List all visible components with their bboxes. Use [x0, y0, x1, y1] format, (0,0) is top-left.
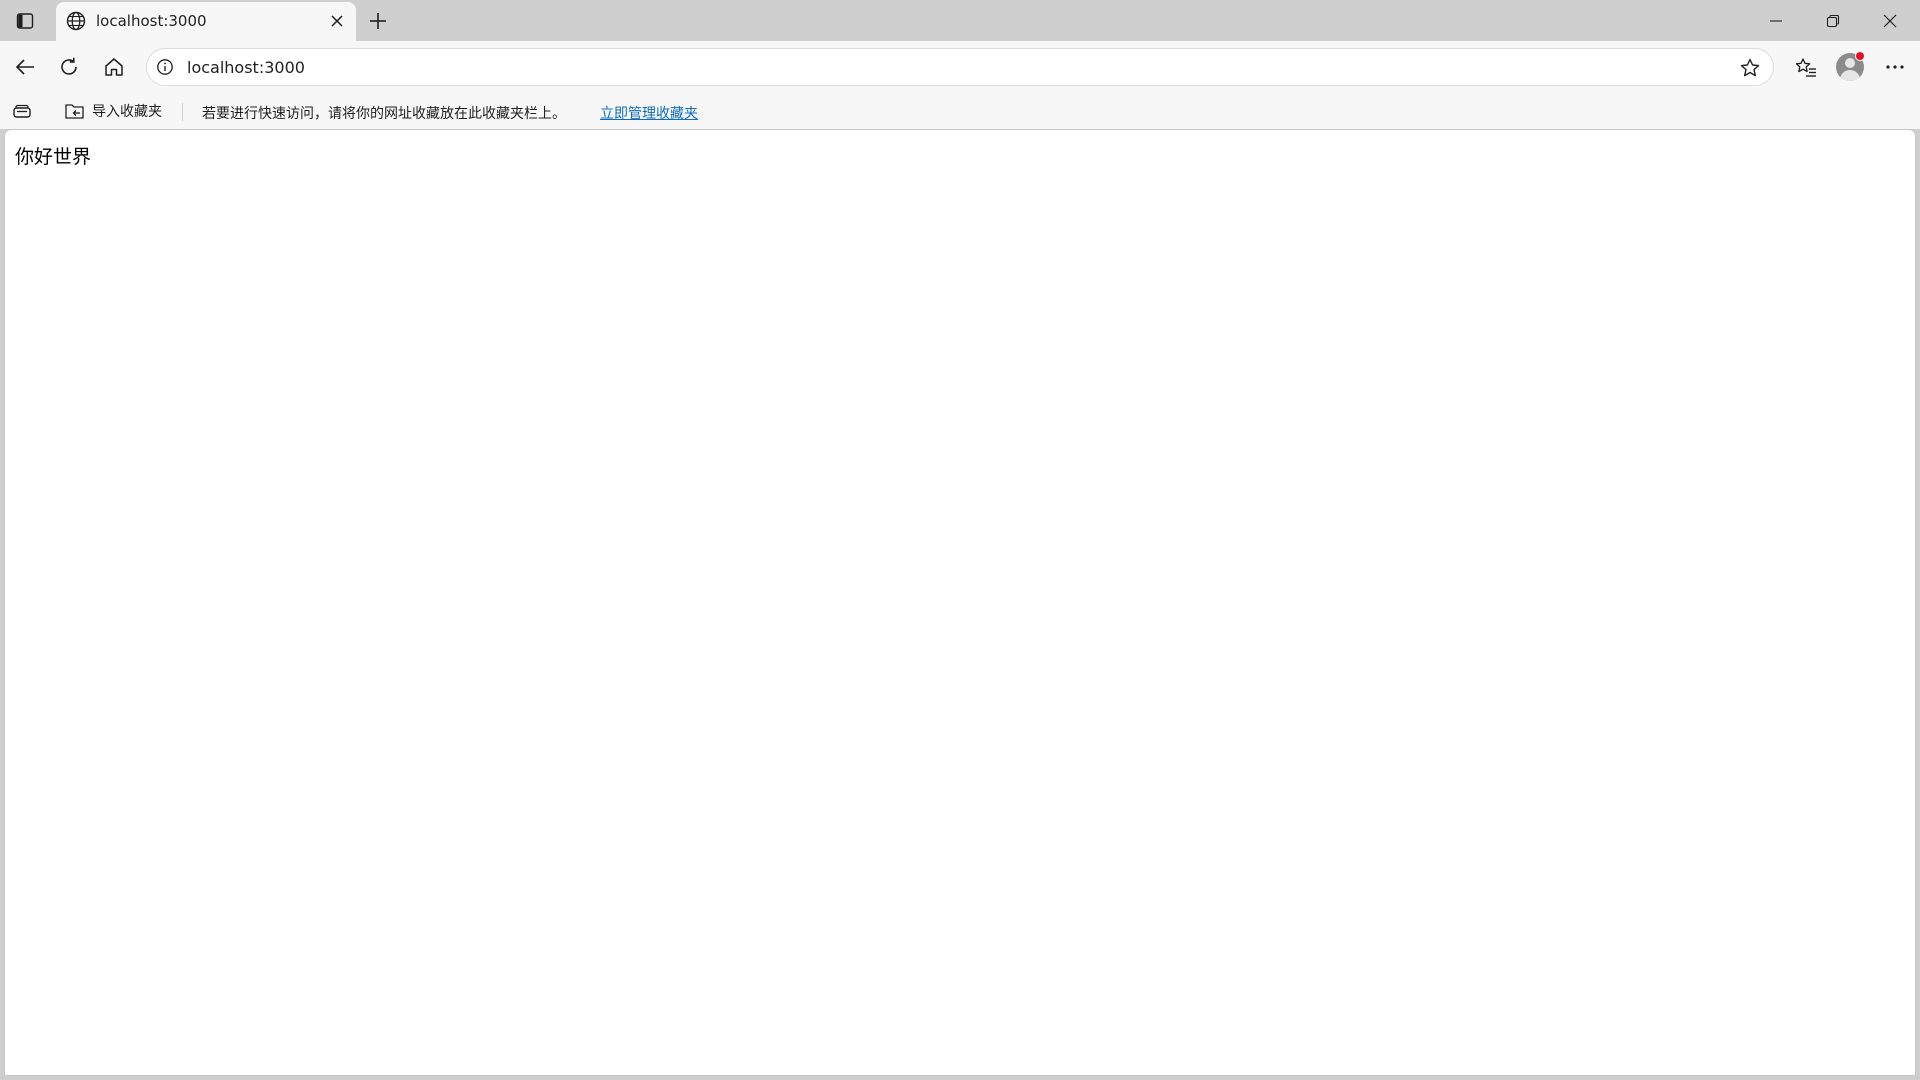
navigation-toolbar — [0, 41, 1920, 94]
tab-localhost[interactable]: localhost:3000 — [56, 2, 356, 41]
close-window-button[interactable] — [1862, 0, 1918, 41]
restore-button[interactable] — [1805, 0, 1861, 41]
reload-icon — [58, 56, 80, 78]
collections-icon — [12, 104, 32, 120]
favorites-divider — [182, 103, 183, 121]
home-button[interactable] — [97, 50, 131, 84]
profile-button[interactable] — [1833, 50, 1867, 84]
restore-icon — [1826, 14, 1840, 28]
minimize-button[interactable] — [1748, 0, 1804, 41]
page-body-text: 你好世界 — [15, 146, 92, 168]
page-viewport: 你好世界 — [5, 130, 1915, 1075]
url-input[interactable] — [187, 55, 1687, 79]
info-icon[interactable] — [155, 57, 175, 77]
manage-favorites-link[interactable]: 立即管理收藏夹 — [600, 103, 698, 123]
minimize-icon — [1769, 14, 1783, 28]
globe-icon — [65, 10, 87, 32]
home-icon — [103, 56, 125, 78]
tab-actions-icon — [16, 12, 34, 30]
import-favorites-button[interactable]: 导入收藏夹 — [60, 98, 166, 124]
favorites-bar: 导入收藏夹 若要进行快速访问，请将你的网址收藏放在此收藏夹栏上。 立即管理收藏夹 — [0, 94, 1920, 129]
import-favorites-label: 导入收藏夹 — [92, 104, 162, 120]
tab-actions-button[interactable] — [10, 6, 40, 36]
favorites-hint-text: 若要进行快速访问，请将你的网址收藏放在此收藏夹栏上。 — [202, 106, 566, 122]
address-bar[interactable] — [146, 48, 1774, 86]
plus-icon — [368, 11, 388, 31]
more-icon — [1885, 64, 1905, 70]
tab-title: localhost:3000 — [96, 12, 207, 30]
new-tab-button[interactable] — [362, 5, 394, 37]
close-icon — [330, 14, 344, 28]
close-tab-button[interactable] — [326, 10, 348, 32]
favorites-icon — [1795, 56, 1817, 78]
favorites-button[interactable] — [1789, 50, 1823, 84]
collections-button[interactable] — [10, 100, 34, 124]
reload-button[interactable] — [52, 50, 86, 84]
close-icon — [1882, 13, 1898, 29]
import-folder-icon — [64, 101, 86, 121]
back-arrow-icon — [14, 56, 36, 78]
back-button[interactable] — [8, 50, 42, 84]
star-icon[interactable] — [1737, 55, 1763, 81]
notification-dot — [1855, 51, 1865, 61]
more-options-button[interactable] — [1878, 50, 1912, 84]
browser-window: localhost:3000 localhost:3000 导入收藏夹 若要进行… — [0, 0, 1920, 1080]
tab-strip: localhost:3000 — [0, 0, 1920, 41]
